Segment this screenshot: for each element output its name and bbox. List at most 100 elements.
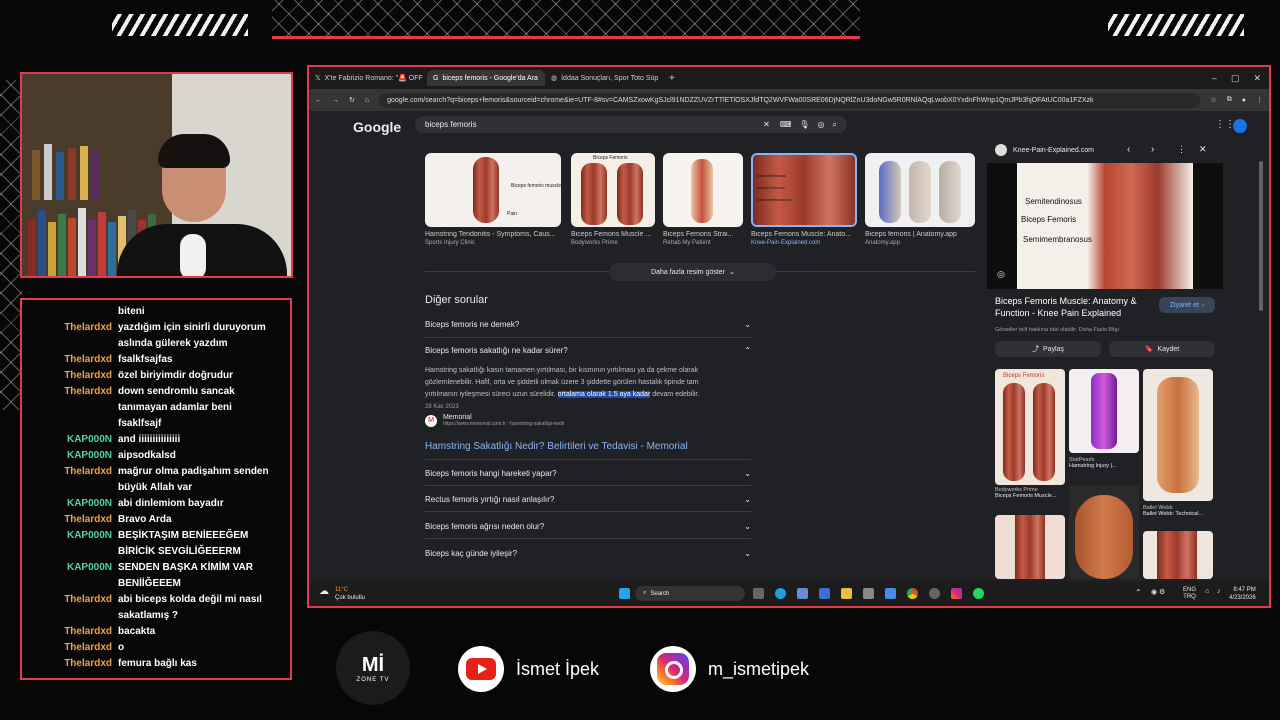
- url-field[interactable]: google.com/search?q=biceps+femoris&sourc…: [379, 92, 1201, 108]
- chat-username[interactable]: Thelardxd: [22, 512, 118, 528]
- close-icon[interactable]: ✕: [1253, 73, 1261, 84]
- chat-username[interactable]: Thelardxd: [22, 352, 118, 368]
- chat-username[interactable]: KAP000N: [22, 448, 118, 464]
- extensions-icon[interactable]: ⧉: [1227, 96, 1232, 104]
- chat-username[interactable]: Thelardxd: [22, 592, 118, 608]
- chat-username[interactable]: [22, 400, 118, 416]
- chat-username[interactable]: [22, 480, 118, 496]
- faq-question[interactable]: Biceps femoris ağrısı neden olur? ⌄: [425, 522, 751, 531]
- language-indicator[interactable]: ENG TRQ: [1183, 587, 1196, 601]
- keyboard-icon[interactable]: ⌨: [780, 120, 792, 129]
- related-image[interactable]: [995, 515, 1065, 579]
- app-icon[interactable]: [885, 588, 896, 599]
- chat-username[interactable]: [22, 576, 118, 592]
- home-icon[interactable]: ⌂: [365, 97, 369, 104]
- profile-icon[interactable]: ●: [1242, 97, 1246, 104]
- related-image[interactable]: [1143, 531, 1213, 579]
- image-result[interactable]: Biceps Femoris Strai... Rehab My Patient: [663, 153, 743, 253]
- search-icon[interactable]: ⌕: [833, 120, 837, 130]
- network-icon[interactable]: ⌂: [1205, 588, 1209, 595]
- reload-icon[interactable]: ↻: [349, 96, 355, 104]
- chat-username[interactable]: KAP000N: [22, 496, 118, 512]
- chat-username[interactable]: KAP000N: [22, 560, 118, 576]
- chat-username[interactable]: KAP000N: [22, 528, 118, 544]
- chat-username[interactable]: Thelardxd: [22, 464, 118, 480]
- faq-question-expanded[interactable]: Biceps femoris sakatlığı ne kadar sürer?…: [425, 346, 751, 355]
- visit-button[interactable]: Ziyaret et ›: [1159, 297, 1215, 313]
- chat-username[interactable]: [22, 544, 118, 560]
- faq-question[interactable]: Biceps femoris hangi hareketi yapar? ⌄: [425, 469, 751, 478]
- faq-question[interactable]: Rectus femoris yırtığı nasıl anlaşılır? ⌄: [425, 495, 751, 504]
- close-icon[interactable]: ✕: [1199, 144, 1207, 155]
- lens-icon[interactable]: ◎: [818, 120, 825, 129]
- tab-iddaa[interactable]: ◍ İddaa Sonuçları, Spor Toto Süp: [545, 70, 663, 86]
- volume-icon[interactable]: ♪: [1217, 588, 1221, 595]
- chat-username[interactable]: Thelardxd: [22, 640, 118, 656]
- chevron-right-icon[interactable]: ›: [1151, 144, 1154, 155]
- taskbar-search[interactable]: ⌕ Search: [635, 586, 745, 601]
- chat-username[interactable]: KAP000N: [22, 432, 118, 448]
- scrollbar[interactable]: [1259, 161, 1263, 311]
- tab-google[interactable]: Gbiceps femoris - Google'da Ara: [427, 70, 545, 86]
- more-images-button[interactable]: Daha fazla resim göster ⌄: [609, 263, 777, 281]
- panel-title[interactable]: Biceps Femoris Muscle: Anatomy & Functio…: [995, 295, 1145, 319]
- edge-icon[interactable]: [775, 588, 786, 599]
- app-icon[interactable]: [863, 588, 874, 599]
- image-result[interactable]: Biceps Femoris Biceps Femoris Muscle ...…: [571, 153, 655, 253]
- folder-icon[interactable]: [841, 588, 852, 599]
- image-result[interactable]: Biceps femoris muscle Pain Hamstring Ten…: [425, 153, 561, 253]
- star-icon[interactable]: ☆: [1210, 96, 1216, 104]
- save-button[interactable]: 🔖 Kaydet: [1109, 341, 1215, 357]
- new-tab-icon[interactable]: +: [663, 73, 681, 84]
- related-image[interactable]: Biceps Femoris: [995, 369, 1065, 485]
- share-button[interactable]: ⤴ Paylaş: [995, 341, 1101, 357]
- back-icon[interactable]: ←: [315, 97, 322, 104]
- clock[interactable]: 8:47 PM 4/23/2026: [1229, 586, 1256, 602]
- faq-question[interactable]: Biceps kaç günde iyileşir? ⌄: [425, 549, 751, 558]
- chrome-icon[interactable]: [907, 588, 918, 599]
- tray-chevron-icon[interactable]: ⌃: [1135, 588, 1142, 597]
- lens-icon[interactable]: ◎: [997, 269, 1005, 280]
- more-icon[interactable]: ⋮: [1177, 144, 1186, 155]
- chat-username[interactable]: [22, 304, 118, 320]
- related-image[interactable]: [1069, 369, 1139, 453]
- chat-username[interactable]: Thelardxd: [22, 656, 118, 672]
- whatsapp-icon[interactable]: [973, 588, 984, 599]
- chat-username[interactable]: [22, 336, 118, 352]
- maximize-icon[interactable]: ▢: [1231, 73, 1240, 84]
- chat-username[interactable]: [22, 608, 118, 624]
- faq-question[interactable]: Biceps femoris ne demek? ⌄: [425, 320, 751, 329]
- chat-username[interactable]: Thelardxd: [22, 320, 118, 336]
- chat-username[interactable]: Thelardxd: [22, 624, 118, 640]
- source-block[interactable]: M Memorial https://www.memorial.com.tr ›…: [425, 414, 565, 427]
- search-input[interactable]: biceps femoris ✕ ⌨ 🎙 ◎ ⌕: [415, 116, 847, 133]
- forward-icon[interactable]: →: [332, 97, 339, 104]
- chevron-left-icon[interactable]: ‹: [1127, 144, 1130, 155]
- mic-icon[interactable]: 🎙: [799, 120, 809, 129]
- related-image[interactable]: [1069, 485, 1139, 579]
- source-link[interactable]: Hamstring Sakatlığı Nedir? Belirtileri v…: [425, 441, 688, 452]
- chat-panel[interactable]: memelerden takip ediom olanbiteniThelard…: [20, 298, 292, 680]
- task-view-icon[interactable]: [753, 588, 764, 599]
- image-result[interactable]: Biceps femoris | Anatomy.app Anatomy.app: [865, 153, 975, 253]
- clear-icon[interactable]: ✕: [763, 120, 770, 129]
- instagram-icon[interactable]: [951, 588, 962, 599]
- menu-icon[interactable]: ⋮: [1256, 96, 1263, 104]
- account-avatar[interactable]: [1233, 119, 1247, 133]
- preview-image[interactable]: Semitendinosus Biceps Femoris Semimembra…: [987, 163, 1223, 289]
- weather-widget[interactable]: 11°C Çok bulutlu: [335, 586, 365, 602]
- store-icon[interactable]: [797, 588, 808, 599]
- app-icon[interactable]: [929, 588, 940, 599]
- tab-x[interactable]: 𝕏 X'te Fabrizio Romano: "🚨 OFF: [309, 70, 427, 86]
- more-info-link[interactable]: Daha Fazla Bilgi: [1079, 327, 1119, 333]
- apps-icon[interactable]: ⋮⋮: [1215, 119, 1235, 130]
- minimize-icon[interactable]: –: [1212, 73, 1217, 84]
- windows-start-icon[interactable]: [619, 588, 630, 599]
- chat-username[interactable]: Thelardxd: [22, 368, 118, 384]
- chat-username[interactable]: [22, 416, 118, 432]
- chat-username[interactable]: Thelardxd: [22, 384, 118, 400]
- related-image[interactable]: [1143, 369, 1213, 501]
- google-logo[interactable]: Google: [353, 119, 401, 135]
- app-icon[interactable]: [819, 588, 830, 599]
- image-result-selected[interactable]: Semitendinosus Biceps Femoris Semimembra…: [751, 153, 857, 253]
